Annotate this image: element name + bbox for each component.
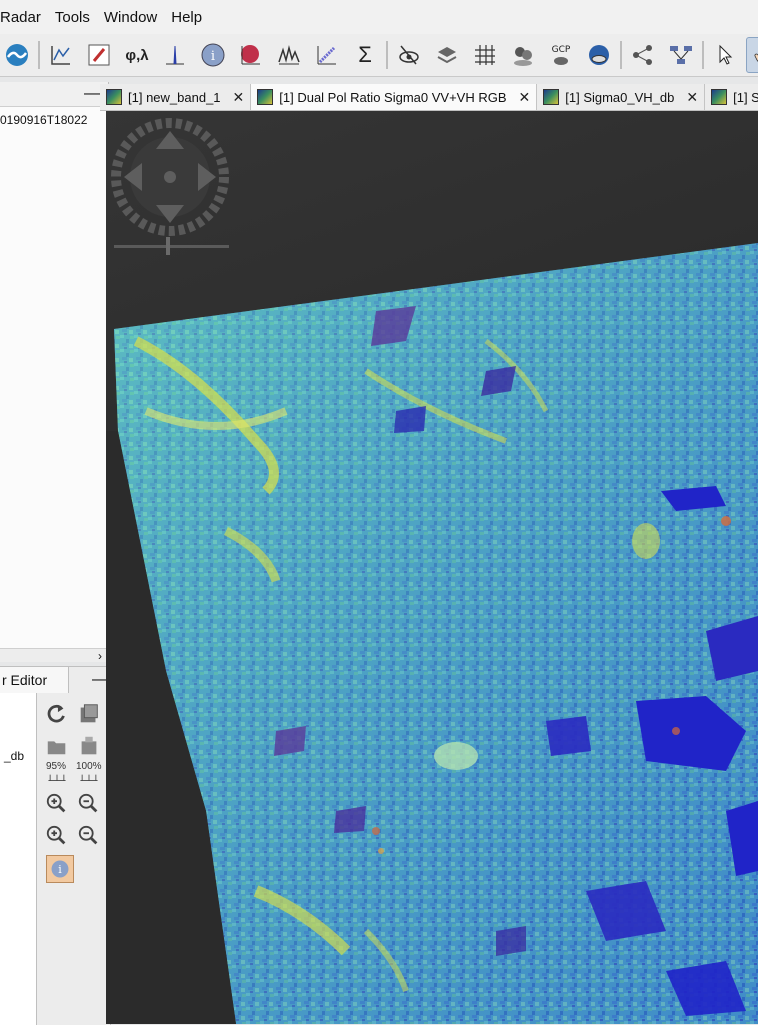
info-toggle-icon[interactable]: i <box>46 855 74 883</box>
globe-chart-icon[interactable] <box>234 38 268 72</box>
zoom-out-horizontal-icon[interactable] <box>76 823 102 849</box>
zoom-in-vertical-icon[interactable] <box>44 791 70 817</box>
eye-slash-icon[interactable] <box>392 38 426 72</box>
layers-icon[interactable] <box>430 38 464 72</box>
gcp-icon[interactable]: GCP <box>544 38 578 72</box>
band-list-item[interactable]: _db <box>0 693 36 763</box>
zoom-out-vertical-icon[interactable] <box>76 791 102 817</box>
network-icon[interactable] <box>664 38 698 72</box>
hand-icon[interactable] <box>746 37 758 73</box>
toolbar-separator <box>38 41 40 69</box>
tab-sigma0-vh-db[interactable]: [1] Sigma0_VH_db ✕ <box>537 84 706 110</box>
tab-dual-pol-ratio[interactable]: [1] Dual Pol Ratio Sigma0 VV+VH RGB ✕ <box>251 84 538 110</box>
menu-help[interactable]: Help <box>171 9 202 26</box>
panel-header: — <box>0 82 108 107</box>
close-icon[interactable]: ✕ <box>680 89 698 106</box>
product-row[interactable]: 0190916T18022 <box>0 107 108 127</box>
toolbar: φ,λ i Σ GCP <box>0 34 758 77</box>
sum-icon[interactable]: Σ <box>348 38 382 72</box>
menu-tools[interactable]: Tools <box>55 9 90 26</box>
zoom-in-horizontal-icon[interactable] <box>44 823 70 849</box>
color-editor-panel: r Editor — _db 95% 100% i <box>0 666 111 1025</box>
histogram-icon[interactable] <box>158 38 192 72</box>
scatter-icon[interactable] <box>310 38 344 72</box>
range-95-icon[interactable] <box>44 771 70 785</box>
graph-icon[interactable] <box>626 38 660 72</box>
tab-label: [1] Dual Pol Ratio Sigma0 VV+VH RGB <box>279 89 507 105</box>
navigation-control[interactable] <box>110 117 230 237</box>
close-icon[interactable]: ✕ <box>227 89 245 106</box>
image-view-tabs: [1] new_band_1 ✕ [1] Dual Pol Ratio Sigm… <box>100 84 758 111</box>
multi-assign-icon[interactable] <box>76 701 102 727</box>
tab-label: [1] new_band_1 <box>128 89 221 105</box>
band-list: _db <box>0 693 37 1025</box>
zoom-slider[interactable] <box>114 245 229 248</box>
tab-sig-truncated[interactable]: [1] Sig <box>705 84 758 110</box>
image-view-icon <box>543 89 560 105</box>
close-icon[interactable]: ✕ <box>513 89 531 106</box>
tab-label: [1] Sigma0_VH_db <box>565 89 675 105</box>
chart-icon[interactable] <box>44 38 78 72</box>
import-icon[interactable] <box>44 733 70 759</box>
info-icon[interactable]: i <box>196 38 230 72</box>
toolbar-separator <box>620 41 622 69</box>
wave-icon[interactable] <box>0 38 34 72</box>
pen-icon[interactable] <box>82 38 116 72</box>
pins-icon[interactable] <box>506 38 540 72</box>
svg-text:i: i <box>58 863 62 876</box>
toolbar-separator <box>386 41 388 69</box>
pointer-icon[interactable] <box>708 38 742 72</box>
range-100-icon[interactable] <box>76 771 102 785</box>
phi-lambda-icon[interactable]: φ,λ <box>120 38 154 72</box>
menu-radar[interactable]: Radar <box>0 9 41 26</box>
horizontal-scrollbar[interactable]: › <box>0 648 108 663</box>
product-explorer-panel: — 0190916T18022 › <box>0 82 109 663</box>
scroll-right-arrow[interactable]: › <box>98 649 102 663</box>
world-eye-icon[interactable] <box>582 38 616 72</box>
reset-icon[interactable] <box>44 701 70 727</box>
grid-icon[interactable] <box>468 38 502 72</box>
tab-label: [1] Sig <box>733 89 758 105</box>
pan-center-icon[interactable] <box>164 171 176 183</box>
toolbar-separator <box>702 41 704 69</box>
image-view-icon <box>106 89 122 105</box>
menu-bar: Radar Tools Window Help <box>0 0 758 34</box>
svg-text:i: i <box>211 49 215 64</box>
export-icon[interactable] <box>76 733 102 759</box>
editor-tab[interactable]: r Editor <box>0 667 69 693</box>
minimize-button[interactable]: — <box>84 85 100 103</box>
image-view-icon <box>711 89 728 105</box>
svg-text:GCP: GCP <box>552 45 571 55</box>
tab-new-band-1[interactable]: [1] new_band_1 ✕ <box>100 84 252 110</box>
image-view-icon <box>257 89 274 105</box>
menu-window[interactable]: Window <box>104 9 157 26</box>
image-view[interactable] <box>106 111 758 1024</box>
spectrum-icon[interactable] <box>272 38 306 72</box>
zoom-slider-thumb[interactable] <box>166 237 170 255</box>
